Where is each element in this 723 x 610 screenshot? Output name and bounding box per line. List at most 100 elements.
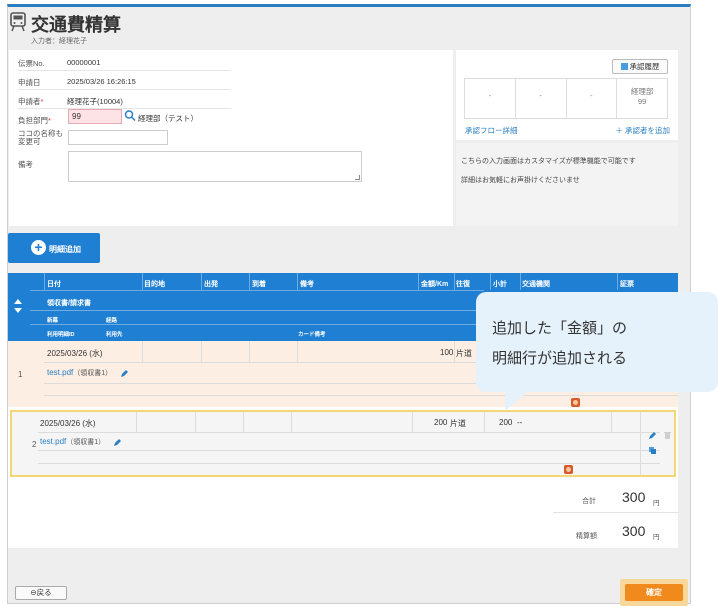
rename-label: ココの名称も変更可 [18,129,63,146]
settle-label: 精算額 [576,533,597,540]
row-divider [611,412,612,432]
header-divider [30,324,484,325]
pencil-icon[interactable] [120,369,129,378]
dept-code-input[interactable]: 99 [68,109,122,124]
row-divider [484,412,485,432]
rename-input[interactable] [68,130,168,145]
col-subtotal[interactable]: 小計 [493,279,507,289]
header-divider [30,290,484,291]
header-divider [617,273,618,290]
trash-icon[interactable] [663,431,672,440]
total-label: 合計 [582,498,596,505]
request-date-label: 申請日 [18,78,41,87]
row-divider [38,463,660,464]
info-panel: 伝票No. 00000001 申請日 2025/03/26 16:26:15 申… [9,50,453,226]
row-number: 2 [32,440,37,449]
request-date-value: 2025/03/26 16:26:15 [67,77,136,86]
row-amount: 100 [440,348,454,357]
col-sub-usage-id: 利用明細ID [47,332,75,338]
callout-line-2: 明細行が追加される [492,350,628,367]
note-line-1: こちらの入力画面はカスタマイズが標準機能で可能です [461,158,636,165]
approval-grid: - - - 経理部 99 [464,78,668,119]
col-receipt-group: 領収書/請求書 [47,300,91,307]
train-icon [10,12,26,32]
col-transport[interactable]: 交通機関 [522,279,550,289]
row-date: 2025/03/26 (水) [47,349,103,358]
page-title: 交通費精算 [31,15,121,35]
memo-label: 備考 [18,160,33,169]
add-approver-link[interactable]: ＋ 承認者を追加 [615,125,670,136]
copy-icon[interactable] [648,446,657,455]
approval-cell: - [516,79,567,118]
col-depart[interactable]: 出発 [204,279,218,289]
header-divider [30,310,484,311]
totals-divider [553,512,678,513]
edit-icon[interactable] [648,431,657,440]
col-roundtrip[interactable]: 往復 [456,279,470,289]
header-divider [297,273,298,290]
col-sub-card-note: カード備考 [298,332,326,338]
callout-line-1: 追加した「金額」の [492,320,628,337]
row-divider [195,412,196,432]
col-remarks[interactable]: 備考 [300,279,314,289]
applicant-label: 申請者* [18,97,44,106]
notes-panel: こちらの入力画面はカスタマイズが標準機能で可能です 詳細はお気軽にお声掛けくださ… [456,143,678,226]
row-divider [454,341,455,362]
avatar [564,465,573,474]
plus-circle-icon: + [31,240,46,255]
col-date[interactable]: 日付 [47,279,61,289]
row-divider [136,412,137,432]
memo-textarea[interactable] [68,151,362,182]
row-file-link[interactable]: test.pdf（領収書1） [40,437,105,447]
row-transport: -- [517,418,523,427]
row-divider [142,341,143,362]
col-amount[interactable]: 金額/Km [421,279,448,289]
slip-no-label: 伝票No. [18,59,45,68]
approval-cell: - [465,79,516,118]
col-sub-route: 経路 [106,318,118,324]
col-voucher[interactable]: 証票 [620,279,634,289]
confirm-button[interactable]: 確定 [625,584,683,601]
note-line-2: 詳細はお気軽にお声掛けくださいませ [461,177,580,184]
search-icon[interactable] [123,108,137,123]
approval-flow-detail-link[interactable]: 承認フロー詳細 [465,125,518,136]
dept-name: 経理部（テスト） [138,114,198,123]
slip-no-value: 00000001 [67,58,101,67]
pencil-icon[interactable] [113,438,122,447]
back-button[interactable]: ⊖戻る [15,586,67,600]
row-divider [44,395,678,396]
row-file-link[interactable]: test.pdf（領収書1） [47,368,112,378]
sort-icon[interactable] [13,299,23,313]
resize-grip-icon[interactable] [355,175,360,180]
row-divider [640,412,641,475]
row-number: 1 [18,370,23,379]
total-value: 300 [622,489,646,505]
col-sub-new: 新幕 [47,318,59,324]
col-purpose[interactable]: 目的地 [144,279,165,289]
row-divider [38,432,660,433]
header-divider [142,273,143,290]
header-divider [454,273,455,290]
header-divider [418,273,419,290]
row-date: 2025/03/26 (水) [40,419,96,428]
header-divider [44,273,45,290]
approval-history-button[interactable]: 承認履歴 [612,59,668,74]
add-line-button[interactable]: + 明細追加 [8,233,100,263]
header-divider [201,273,202,290]
row-divider [201,341,202,362]
plus-icon: ＋ [615,126,625,135]
table-row-new[interactable]: 2 2025/03/26 (水) 200 片道 200 -- test.pdf（… [10,410,676,477]
col-arrive[interactable]: 到着 [252,279,266,289]
avatar [571,398,580,407]
request-date-row: 申請日 2025/03/26 16:26:15 [18,71,231,90]
header-divider [490,273,491,290]
row-divider [249,341,250,362]
row-divider [38,450,660,451]
row-trip: 片道 [456,349,472,358]
callout-bubble: 追加した「金額」の 明細行が追加される [476,292,718,392]
col-sub-user: 利用先 [106,332,123,338]
page-subtitle: 入力者：経理花子 [31,38,87,45]
applicant-row: 申請者* 経理花子(10004) [18,90,231,109]
row-subtotal: 200 [499,418,513,427]
approval-cell-dept: 経理部 99 [630,87,654,106]
